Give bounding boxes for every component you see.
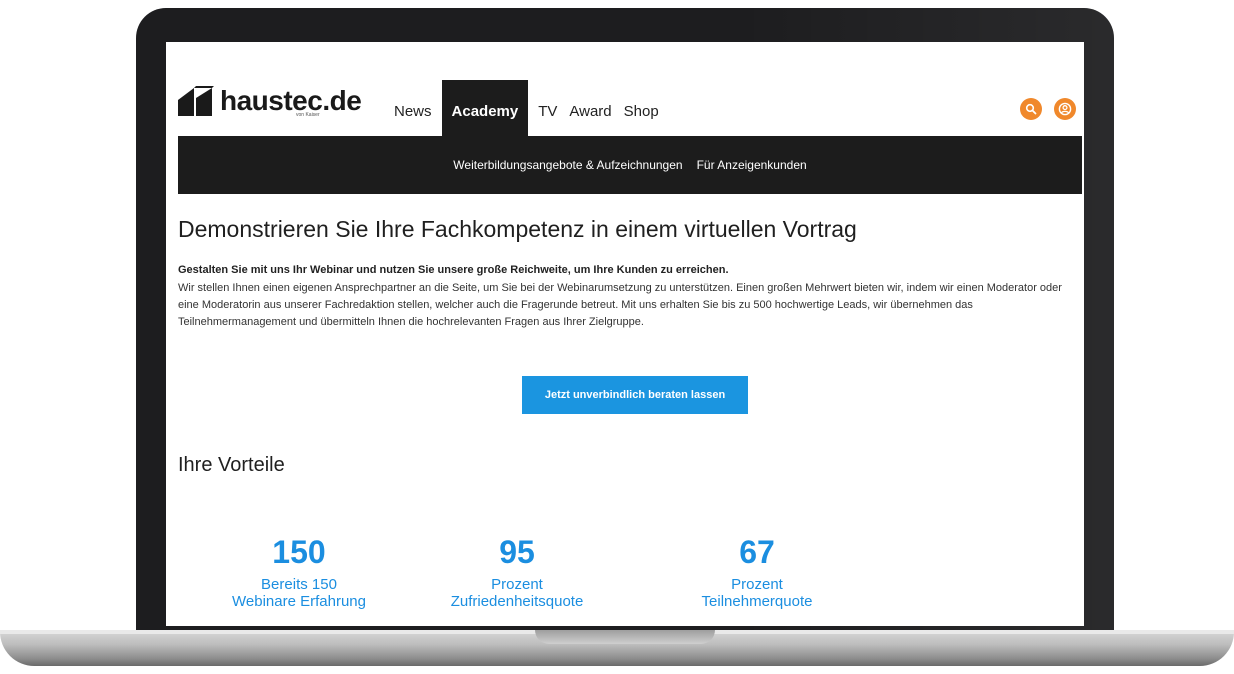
stat-satisfaction: 95 Prozent Zufriedenheitsquote xyxy=(422,532,612,610)
stat-label-line1: Prozent xyxy=(491,576,543,593)
laptop-base-notch xyxy=(535,630,715,644)
search-icon xyxy=(1025,103,1037,115)
stat-label-line1: Prozent xyxy=(731,576,783,593)
house-logo-icon xyxy=(178,86,214,116)
site-header: haustec.de von Kaiser News Academy TV Aw… xyxy=(178,80,1082,136)
stat-label-line2: Webinare Erfahrung xyxy=(232,593,366,610)
nav-item-award[interactable]: Award xyxy=(563,80,617,136)
sub-navigation: Weiterbildungsangebote & Aufzeichnungen … xyxy=(178,136,1082,194)
main-nav: News Academy TV Award Shop xyxy=(388,80,665,136)
stat-label-line2: Teilnehmerquote xyxy=(701,593,813,610)
account-button[interactable] xyxy=(1054,98,1076,120)
logo-text: haustec.de xyxy=(220,85,362,116)
subnav-item-weiterbildung[interactable]: Weiterbildungsangebote & Aufzeichnungen xyxy=(453,158,682,172)
nav-item-tv[interactable]: TV xyxy=(532,80,563,136)
intro-bold: Gestalten Sie mit uns Ihr Webinar und nu… xyxy=(178,264,729,276)
logo-subtext: von Kaiser xyxy=(296,112,320,118)
nav-item-academy[interactable]: Academy xyxy=(441,80,529,136)
stat-webinars: 150 Bereits 150 Webinare Erfahrung xyxy=(204,532,394,610)
stat-participants: 67 Prozent Teilnehmerquote xyxy=(662,532,852,610)
user-icon xyxy=(1058,102,1072,116)
search-button[interactable] xyxy=(1020,98,1042,120)
page-title: Demonstrieren Sie Ihre Fachkompetenz in … xyxy=(178,216,857,242)
site-logo[interactable]: haustec.de xyxy=(178,85,362,116)
consultation-button[interactable]: Jetzt unverbindlich beraten lassen xyxy=(522,376,748,414)
stat-label-line1: Bereits 150 xyxy=(261,576,337,593)
intro-text: Wir stellen Ihnen einen eigenen Ansprech… xyxy=(178,282,1062,328)
benefits-heading: Ihre Vorteile xyxy=(178,454,285,476)
stat-number: 150 xyxy=(272,534,326,570)
stat-number: 67 xyxy=(739,534,775,570)
subnav-item-anzeigenkunden[interactable]: Für Anzeigenkunden xyxy=(697,158,807,172)
stat-number: 95 xyxy=(499,534,535,570)
nav-item-news[interactable]: News xyxy=(388,80,438,136)
nav-item-shop[interactable]: Shop xyxy=(618,80,665,136)
laptop-screen: haustec.de von Kaiser News Academy TV Aw… xyxy=(166,42,1084,626)
stat-label-line2: Zufriedenheitsquote xyxy=(450,593,584,610)
